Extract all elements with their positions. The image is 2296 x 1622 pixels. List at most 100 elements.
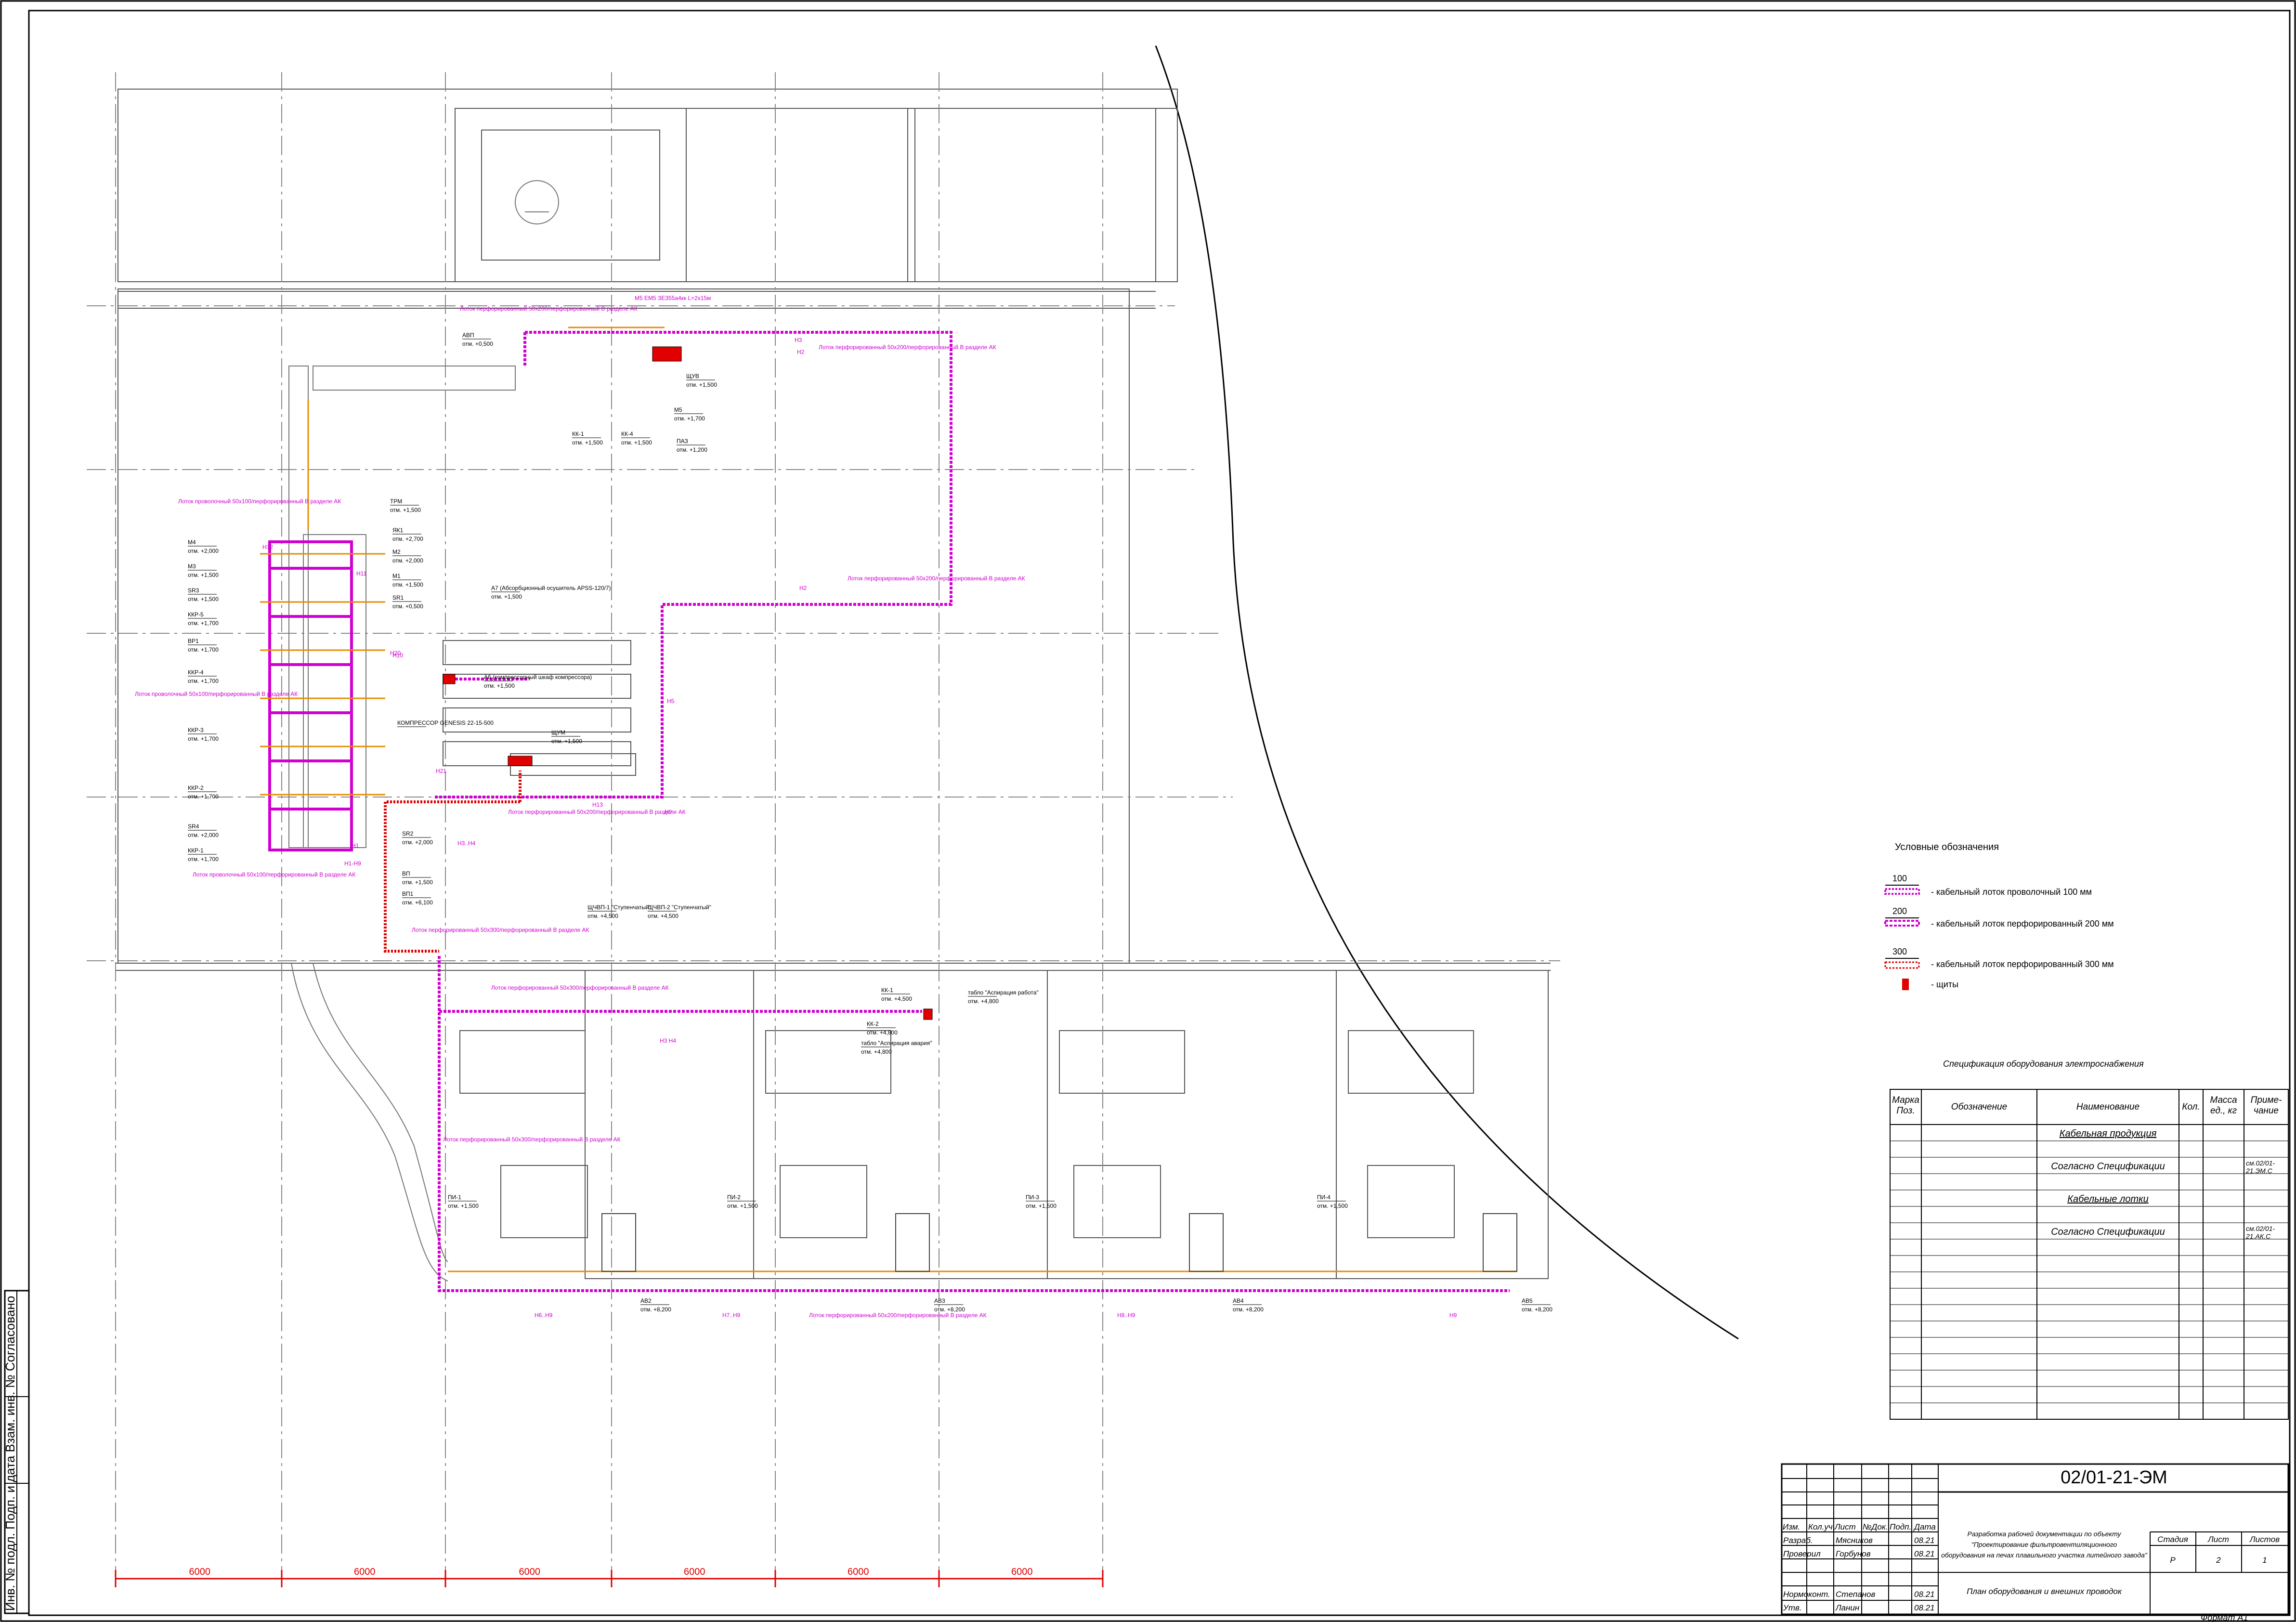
tb-header: Изм. [1783,1522,1800,1531]
equipment-elevation: отм. +1,500 [491,593,522,600]
equipment-label: ПИ-1 отм. +1,500 [448,1194,479,1209]
equipment-elevation: отм. +2,000 [188,832,219,838]
legend-item-100: 100 - кабельный лоток проволочный 100 мм [1884,874,2092,897]
tray-note: Лоток перфорированный 50х300/перфорирова… [412,927,589,933]
equipment-elevation: отм. +1,500 [188,572,219,578]
equipment-label: М4 отм. +2,000 [188,539,219,554]
spec-header: Наименование [2076,1102,2139,1112]
spec-row-note: см.02/01- [2246,1225,2275,1232]
equipment-name: SR4 [188,823,199,830]
legend-item-boards: - щиты [1902,979,1958,990]
equipment-name: ТРМ [390,498,402,505]
equipment-label: КК-1отм. +4,500 [881,987,912,1002]
equipment-elevation: отм. +1,500 [1317,1203,1348,1209]
equipment-label: ЩЧВП-2 "Ступенчатый" отм. +4,500 [648,904,711,919]
equipment-elevation: отм. +1,500 [448,1203,479,1209]
tb-name: Мясников [1836,1536,1873,1545]
equipment-name: ЩУВ [686,373,699,379]
equipment-elevation: отм. +4,500 [587,913,618,919]
equipment-name: КК-4 [621,431,633,437]
equipment-name: АВ3 [934,1297,945,1304]
dimension-value: 6000 [848,1567,869,1577]
equipment-elevation: отм. +1,500 [621,439,652,446]
project-line: "Проектирование фильтровентиляционного [1971,1541,2117,1548]
equipment-label: SR4 отм. +2,000 [188,823,219,838]
equipment-name: ККР-4 [188,669,204,676]
equipment-name: ПИ-4 [1317,1194,1331,1201]
tb-name: Ланин [1835,1603,1860,1612]
cable-label: Н3..Н4 [457,840,476,847]
equipment-elevation: отм. +1,700 [188,678,219,684]
equipment-label: ЩЧВП-1 "Ступенчатый" отм. +4,500 [587,904,651,919]
approval-strip-text: Инв. № подл. Подп. и дата Взам. инв. № С… [3,1296,17,1611]
cable-label: Н8..Н9 [1117,1312,1135,1319]
equipment-label: SR2 отм. +2,000 [402,830,433,846]
equipment-name: А6 (компрессорный шкаф компрессора) [484,674,592,680]
equipment-name: АВ4 [1233,1297,1244,1304]
inner-frame [28,10,2291,1616]
tb-header: Лист [1834,1522,1856,1531]
board-a6 [443,674,456,684]
dimension-value: 6000 [519,1567,541,1577]
cable-label: Н20 [390,650,401,656]
legend-code: 200 [1892,906,1907,916]
equipment-name: SR3 [188,587,199,594]
equipment-label: ВР1 отм. +1,700 [188,638,219,653]
equipment-elevation: отм. +2,000 [402,839,433,846]
equipment-name: SR2 [402,830,414,837]
tray-note: Лоток проволочный 50х100/перфорированный… [135,691,298,697]
legend-title: Условные обозначения [1895,842,1999,852]
tray-note: Лоток перфорированный 50х300/перфорирова… [443,1136,621,1143]
approval-strip: Инв. № подл. Подп. и дата Взам. инв. № С… [3,1290,30,1614]
cable-label: М5 ЕМ5 ЗЕ355а4кк L=2x15м [635,295,711,301]
spec-header: чание [2254,1106,2279,1116]
spec-row-name: Кабельные лотки [2067,1194,2148,1204]
tb-role: Нормоконт. [1783,1590,1830,1599]
equipment-name: АВ2 [640,1297,652,1304]
tb-header: №Док. [1863,1522,1888,1531]
spec-header: Масса [2210,1095,2237,1105]
equipment-name: КОМПРЕССОР GENESIS 22-15-500 [397,719,494,726]
stage-value: 1 [2262,1556,2267,1565]
spec-header: ед., кг [2210,1106,2237,1116]
equipment-label: ПИ-3 отм. +1,500 [1026,1194,1057,1209]
equipment-name: ПИ-2 [727,1194,741,1201]
equipment-labels: АВПотм. +0,500ЩУВотм. +1,500М5отм. +1,70… [188,332,1552,1313]
tb-date: 08.21 [1914,1590,1935,1599]
equipment-label: ПАЗотм. +1,200 [677,438,707,453]
equipment-label: КК-1 отм. +1,500 [572,431,603,446]
spec-row-note: см.02/01- [2246,1159,2275,1167]
stage-value: 2 [2216,1556,2221,1565]
equipment-elevation: отм. +4,800 [968,998,999,1005]
cable-label: Н2 [797,349,805,355]
equipment-label: ТРМ отм. +1,500 [390,498,421,513]
cable-label: Н11 [356,570,366,577]
equipment-label: М1 отм. +1,500 [392,573,423,588]
equipment-elevation: отм. +2,700 [392,536,423,542]
equipment-elevation: отм. +1,500 [1026,1203,1057,1209]
cable-label: Н7..Н9 [722,1312,741,1319]
equipment-elevation: отм. +0,500 [462,340,493,347]
spec-title: Спецификация оборудования электроснабжен… [1943,1059,2144,1069]
cable-label: Н9 [1449,1312,1457,1319]
equipment-elevation: отм. +1,700 [188,735,219,742]
equipment-elevation: отм. +4,500 [881,995,912,1002]
legend-text: - кабельный лоток перфорированный 200 мм [1931,919,2114,929]
equipment-label: АВ2 отм. +8,200 [640,1297,671,1313]
spec-row-note: 21.ЭМ.С [2245,1167,2273,1175]
equipment-name: SR1 [392,594,404,601]
equipment-name: КК-2 [867,1020,879,1027]
dimension-chain: 6000 6000 6000 6000 6000 6000 [115,1567,1104,1587]
spec-row-name: Согласно Спецификации [2051,1161,2165,1172]
equipment-elevation: отм. +2,000 [392,557,423,564]
equipment-name: ПИ-1 [448,1194,461,1201]
equipment-name: ВП1 [402,890,414,897]
equipment-label: М2 отм. +2,000 [392,549,423,564]
cable-label: Н2 [799,585,807,591]
cable-label: Н3 [795,337,802,343]
tray-note: Лоток проволочный 50х100/перфорированный… [193,871,355,878]
equipment-elevation: отм. +1,500 [572,439,603,446]
equipment-label: КОМПРЕССОР GENESIS 22-15-500 [397,719,494,727]
cable-label: Н1-Н9 [344,860,361,867]
tb-role: Разраб. [1783,1536,1813,1545]
